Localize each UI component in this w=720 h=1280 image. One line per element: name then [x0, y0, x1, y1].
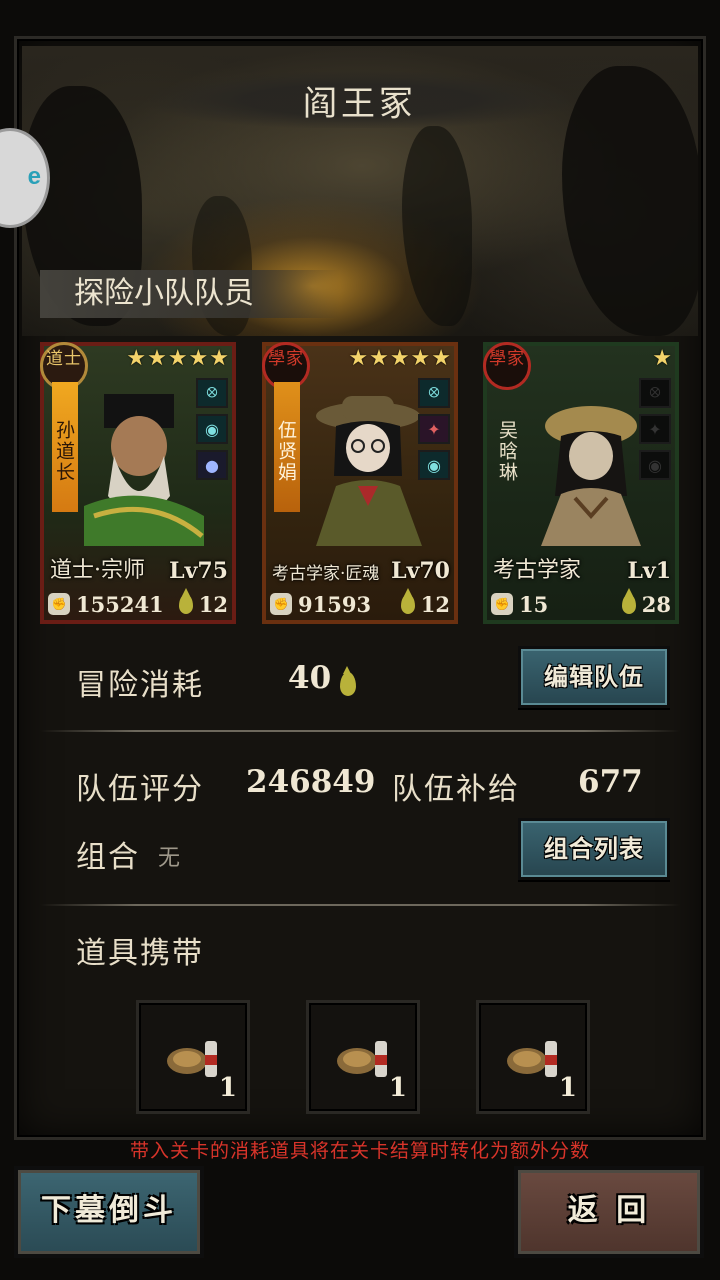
- fist-icon: ✊: [48, 593, 70, 615]
- item-count: 1: [558, 1073, 577, 1103]
- supply-pack-icon: [167, 1041, 217, 1077]
- blade-icon[interactable]: ✦: [418, 414, 450, 444]
- team-section-label: 探险小队队员: [40, 270, 340, 318]
- level: Lv75: [169, 558, 228, 584]
- edit-team-button[interactable]: 编辑队伍: [518, 646, 670, 708]
- level: Lv1: [627, 558, 671, 584]
- star-rating: ★★★★★: [126, 346, 230, 371]
- member-name: 吴晗琳: [496, 419, 518, 483]
- member-card-1[interactable]: 道士 ★★★★★ 孙道长 ꕕ ◉ ● 道士·宗师 Lv75 ✊ 155241 12: [40, 342, 236, 624]
- adventure-cost-value: 40: [288, 660, 332, 696]
- drop-icon: [400, 588, 415, 614]
- archaeologist-portrait: [541, 406, 641, 546]
- class-name: 道士·宗师: [50, 558, 145, 583]
- power-value: 155241: [76, 591, 164, 617]
- supply-value: 28: [641, 591, 671, 617]
- team-supply-value: 677: [578, 764, 643, 800]
- power-value: 15: [519, 591, 549, 617]
- items-section-label: 道具携带: [76, 936, 204, 971]
- combo-label: 组合: [76, 840, 140, 875]
- supply-pack-icon: [507, 1041, 557, 1077]
- item-count: 1: [388, 1073, 407, 1103]
- level: Lv70: [391, 558, 450, 584]
- adventure-cost-label: 冒险消耗: [76, 668, 204, 703]
- member-card-2[interactable]: 學家 ★★★★★ 伍贤娟 ꕕ ✦ ◉ 考古学家·匠魂 Lv70 ✊ 91593 1…: [262, 342, 458, 624]
- star-rating: ★★★★★: [348, 346, 452, 371]
- member-name: 孙道长: [52, 382, 78, 512]
- start-dungeon-button[interactable]: 下墓倒斗: [14, 1166, 204, 1258]
- back-button[interactable]: 返 回: [514, 1166, 704, 1258]
- fist-icon: ✊: [270, 593, 292, 615]
- orb-icon[interactable]: ◉: [418, 450, 450, 480]
- item-slot-1[interactable]: 1: [136, 1000, 250, 1114]
- taoist-portrait: [84, 394, 204, 546]
- edit-team-label: 编辑队伍: [544, 662, 644, 691]
- member-name: 伍贤娟: [274, 382, 300, 512]
- team-score-value: 246849: [246, 764, 376, 800]
- supply-value: 12: [198, 591, 228, 617]
- combo-list-label: 组合列表: [544, 834, 644, 863]
- item-slot-2[interactable]: 1: [306, 1000, 420, 1114]
- supply-pack-icon: [337, 1041, 387, 1077]
- hook-icon[interactable]: ꕕ: [196, 378, 228, 408]
- class-name: 考古学家·匠魂: [272, 564, 380, 584]
- drop-icon: [340, 666, 356, 696]
- combo-value: 无: [158, 846, 183, 871]
- back-label: 返 回: [567, 1193, 651, 1228]
- class-name: 考古学家: [493, 558, 582, 583]
- divider: [40, 904, 680, 906]
- team-supply-label: 队伍补给: [392, 772, 520, 807]
- member-card-3[interactable]: 學家 ★ 吴晗琳 ꕕ ✦ ◉ 考古学家 Lv1 ✊ 15 28: [483, 342, 679, 624]
- drop-icon: [621, 588, 636, 614]
- pearl-icon[interactable]: ●: [196, 450, 228, 480]
- hook-icon[interactable]: ꕕ: [639, 378, 671, 408]
- archaeologist-portrait: [316, 396, 422, 546]
- page-title: 阎王冢: [150, 72, 570, 128]
- hook-icon[interactable]: ꕕ: [418, 378, 450, 408]
- item-slot-3[interactable]: 1: [476, 1000, 590, 1114]
- item-count: 1: [218, 1073, 237, 1103]
- orb-icon[interactable]: ◉: [196, 414, 228, 444]
- orb-icon[interactable]: ◉: [639, 450, 671, 480]
- divider: [40, 730, 680, 732]
- drop-icon: [178, 588, 193, 614]
- side-bubble-text: e: [27, 163, 41, 190]
- supply-value: 12: [420, 591, 450, 617]
- notice-text: 带入关卡的消耗道具将在关卡结算时转化为额外分数: [129, 1140, 590, 1162]
- fist-icon: ✊: [491, 593, 513, 615]
- start-dungeon-label: 下墓倒斗: [41, 1193, 177, 1228]
- combo-list-button[interactable]: 组合列表: [518, 818, 670, 880]
- blade-icon[interactable]: ✦: [639, 414, 671, 444]
- power-value: 91593: [298, 591, 372, 617]
- star-rating: ★: [652, 346, 673, 371]
- team-score-label: 队伍评分: [76, 772, 204, 807]
